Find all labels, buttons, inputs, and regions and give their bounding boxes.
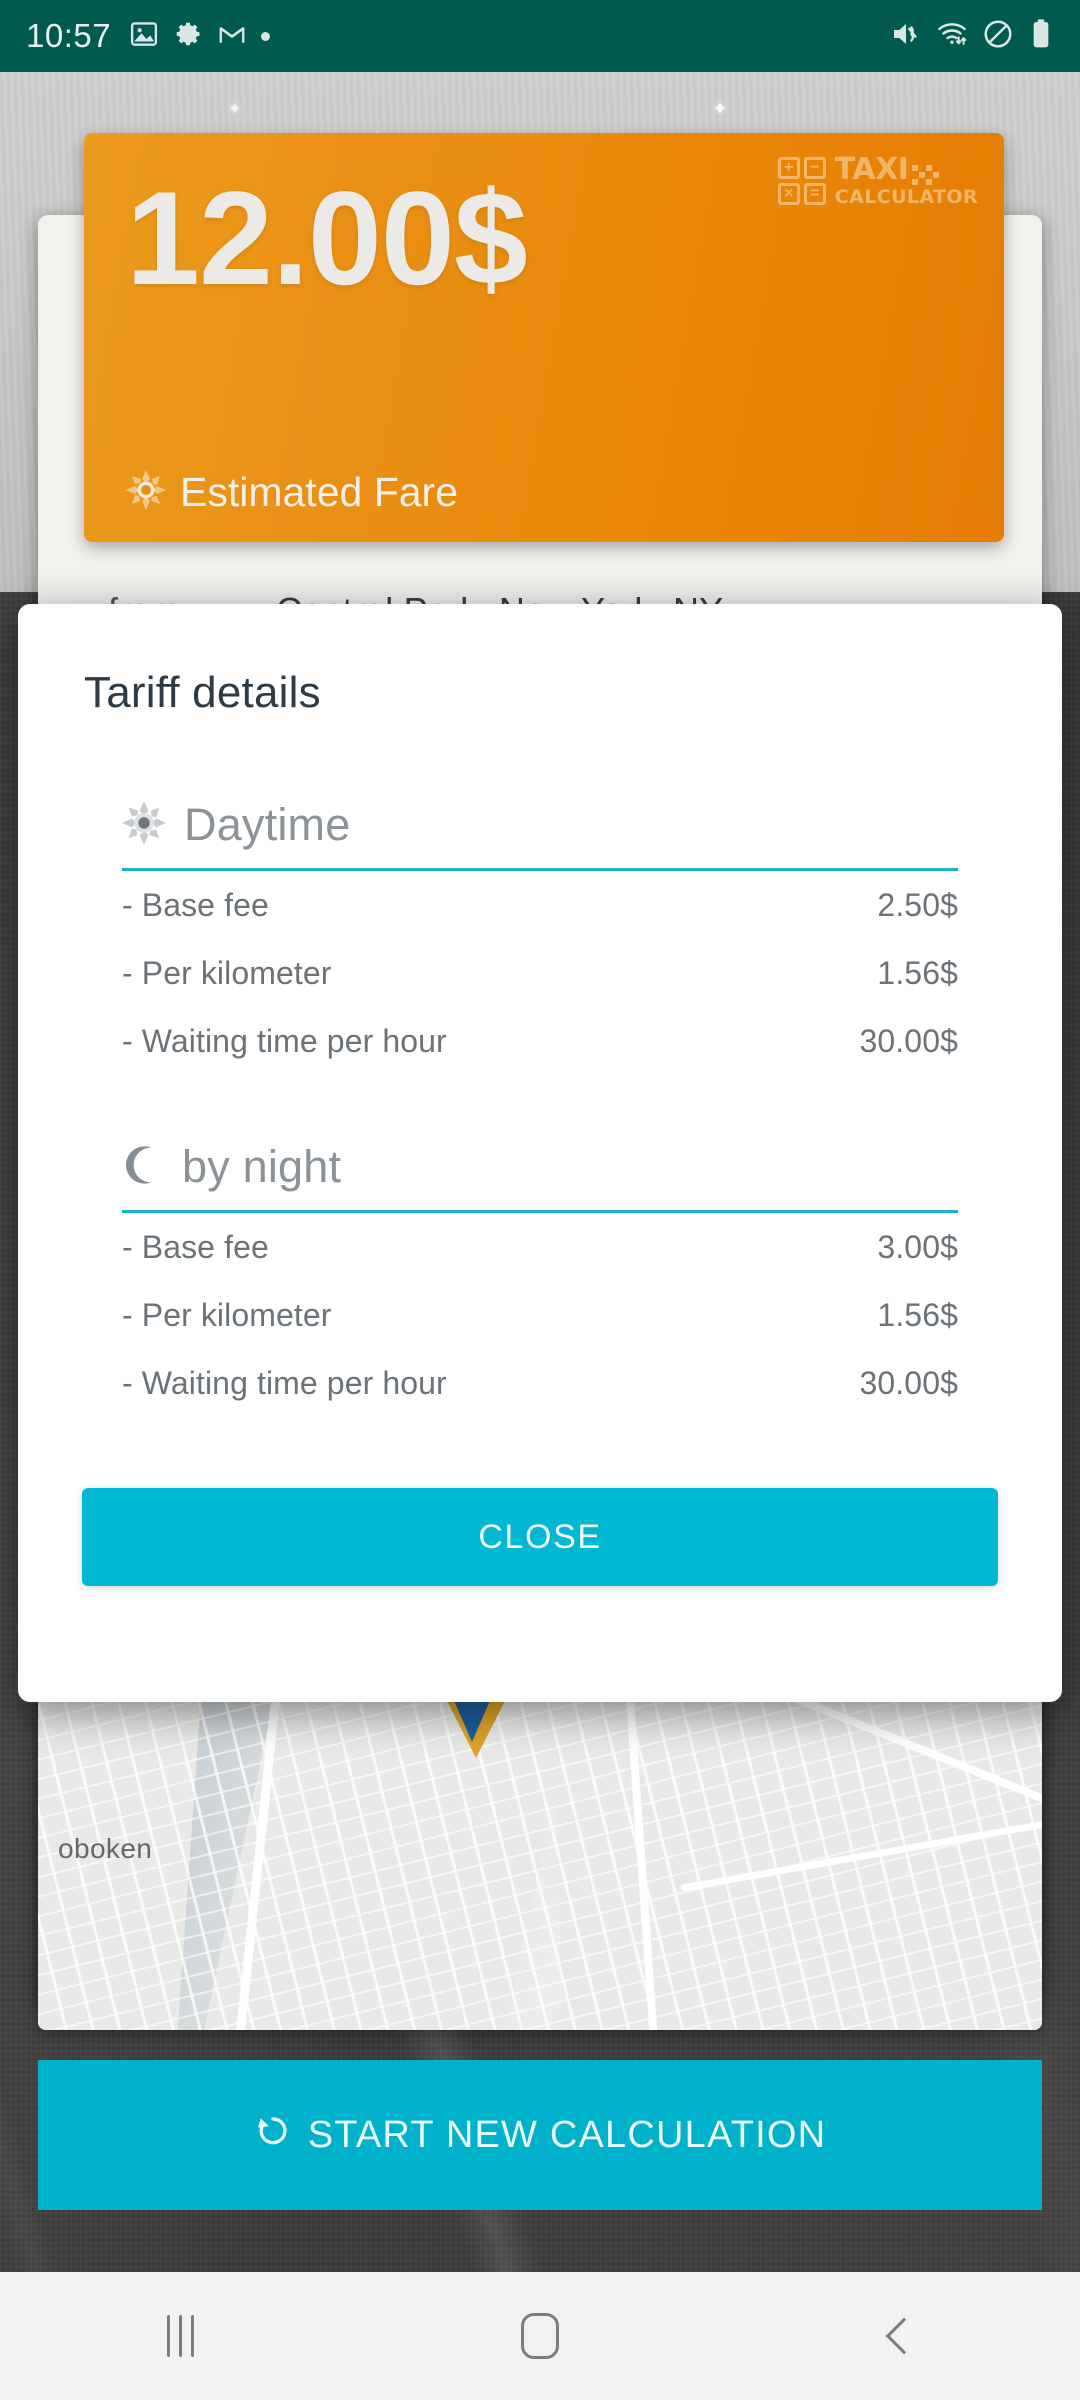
tariff-row: - Waiting time per hour 30.00$ [122, 1007, 958, 1075]
tariff-row-value: 30.00$ [859, 1364, 958, 1401]
system-navigation-bar [0, 2272, 1080, 2400]
tariff-row-value: 3.00$ [877, 1228, 958, 1265]
section-header: Daytime [122, 792, 958, 858]
tariff-row-key: - Base fee [122, 1228, 269, 1265]
tariff-section-night: by night - Base fee 3.00$ - Per kilomete… [122, 1134, 958, 1417]
tariff-row-value: 30.00$ [859, 1022, 958, 1059]
tariff-row: - Base fee 2.50$ [122, 871, 958, 939]
dialog-title: Tariff details [84, 668, 321, 717]
tariff-row: - Per kilometer 1.56$ [122, 939, 958, 1007]
tariff-row: - Waiting time per hour 30.00$ [122, 1349, 958, 1417]
tariff-details-dialog: Tariff details Daytime - Base fee 2.50$ … [18, 604, 1062, 1702]
tariff-row-key: - Per kilometer [122, 1296, 332, 1333]
tariff-row-value: 1.56$ [877, 954, 958, 991]
home-icon [521, 2313, 559, 2359]
home-button[interactable] [440, 2272, 640, 2400]
sun-icon [122, 800, 166, 850]
recents-button[interactable] [80, 2272, 280, 2400]
moon-icon [122, 1144, 164, 1191]
tariff-row-key: - Waiting time per hour [122, 1022, 447, 1059]
section-title: Daytime [184, 799, 351, 850]
tariff-row-key: - Per kilometer [122, 954, 332, 991]
section-header: by night [122, 1134, 958, 1200]
tariff-section-daytime: Daytime - Base fee 2.50$ - Per kilometer… [122, 792, 958, 1075]
phone-screen: ✦ ✦ ✦ ✦ ✦ ✦ fromCentral Park, New York, … [0, 0, 1080, 2400]
tariff-row: - Per kilometer 1.56$ [122, 1281, 958, 1349]
tariff-row-key: - Base fee [122, 886, 269, 923]
recents-icon [166, 2315, 194, 2357]
back-button[interactable] [800, 2272, 1000, 2400]
section-title: by night [182, 1141, 342, 1192]
close-button[interactable]: CLOSE [82, 1488, 998, 1586]
tariff-row: - Base fee 3.00$ [122, 1213, 958, 1281]
back-icon [885, 2317, 923, 2355]
tariff-row-value: 2.50$ [877, 886, 958, 923]
tariff-row-key: - Waiting time per hour [122, 1364, 447, 1401]
tariff-row-value: 1.56$ [877, 1296, 958, 1333]
